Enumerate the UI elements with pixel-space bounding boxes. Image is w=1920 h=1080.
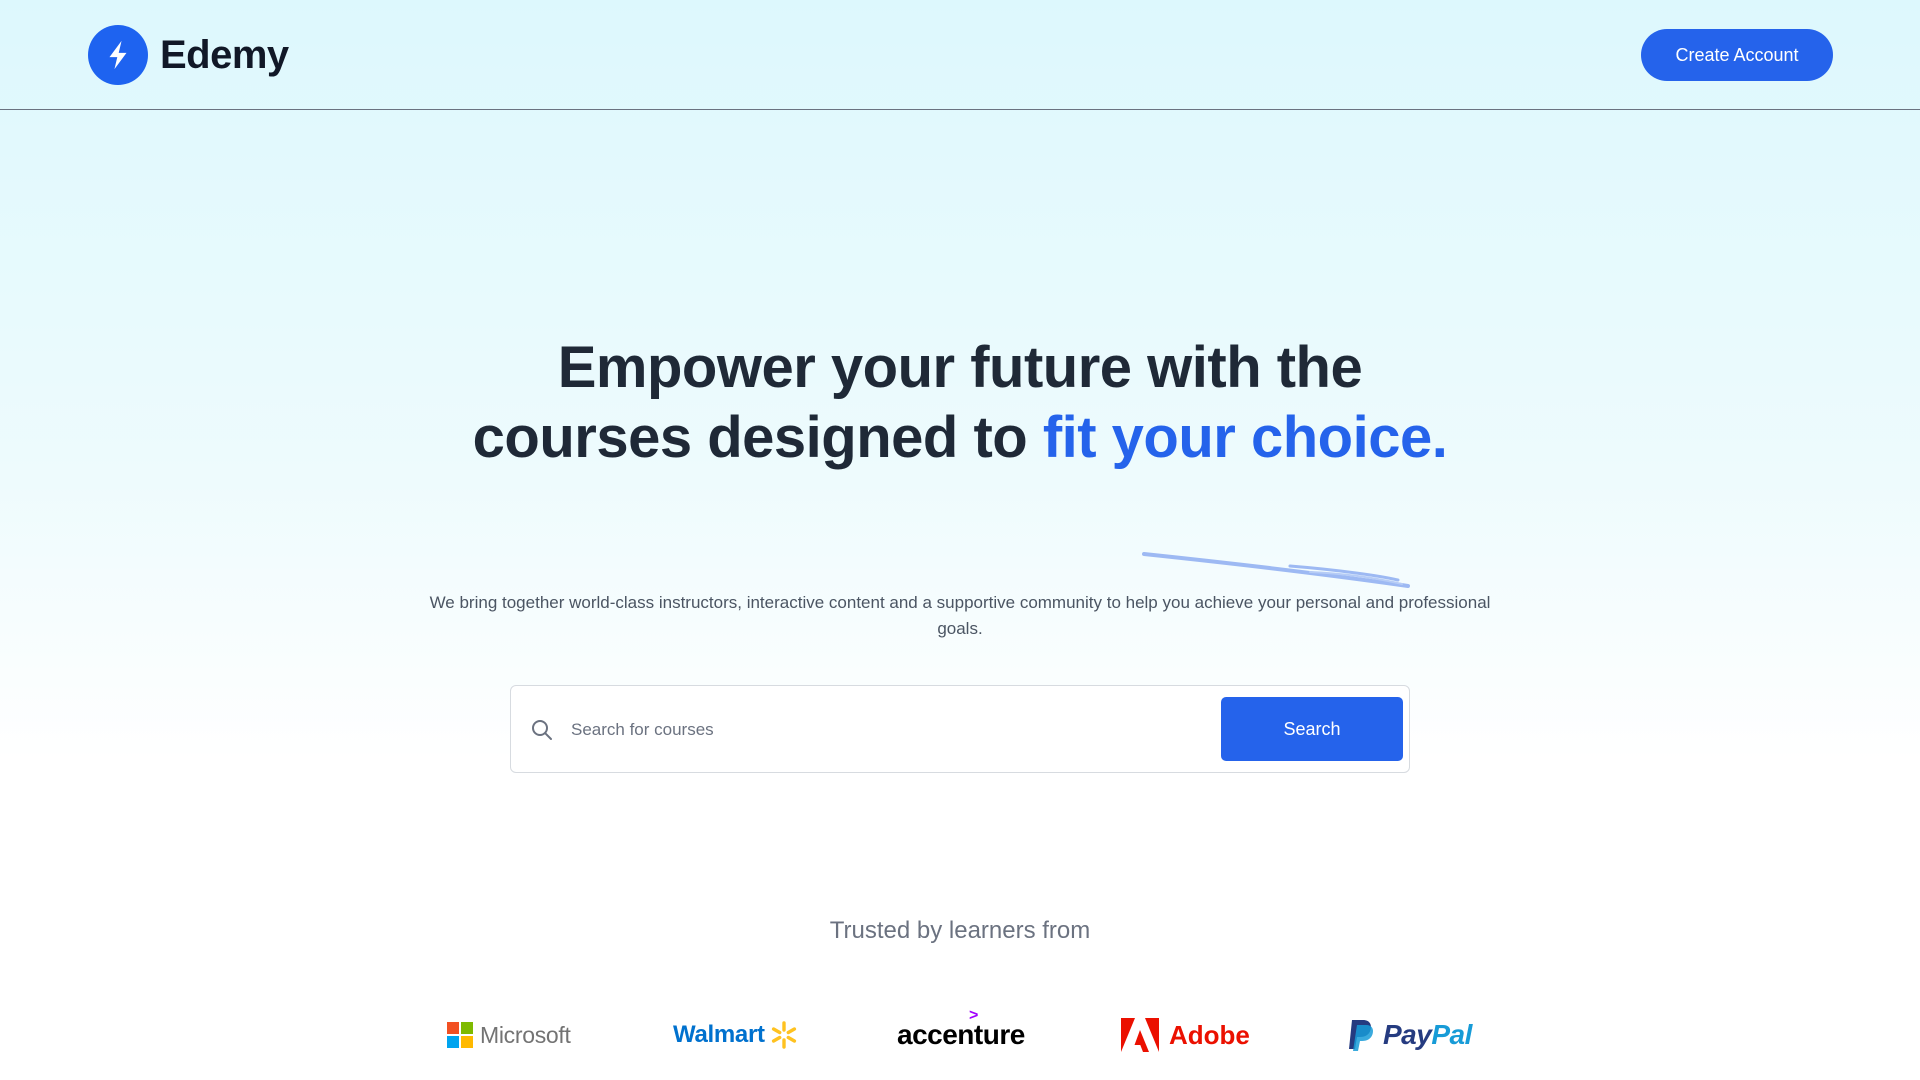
adobe-logo-text: Adobe bbox=[1169, 1019, 1250, 1050]
course-search-bar: Search bbox=[510, 685, 1410, 773]
microsoft-windows-icon bbox=[447, 1022, 473, 1048]
site-header: Edemy Create Account bbox=[0, 0, 1920, 110]
underline-scribble-decoration bbox=[1142, 552, 1410, 588]
search-button[interactable]: Search bbox=[1221, 697, 1403, 761]
brand-logo-link[interactable]: Edemy bbox=[88, 25, 289, 85]
accenture-chevron-icon: > bbox=[969, 1007, 978, 1024]
adobe-logo: Adobe bbox=[1121, 1010, 1250, 1060]
adobe-a-icon bbox=[1121, 1018, 1159, 1052]
accenture-logo: accenture > bbox=[897, 1007, 1025, 1060]
search-input[interactable] bbox=[571, 708, 1171, 752]
hero-title-accent: fit your choice. bbox=[1042, 405, 1448, 470]
lightning-bolt-icon bbox=[88, 25, 148, 85]
walmart-spark-icon bbox=[771, 1021, 796, 1049]
microsoft-logo: Microsoft bbox=[447, 1010, 571, 1060]
paypal-p-icon bbox=[1349, 1020, 1374, 1051]
accenture-logo-text: accenture > bbox=[897, 1007, 1025, 1050]
search-icon bbox=[530, 718, 554, 742]
paypal-logo-text: PayPal bbox=[1383, 1019, 1472, 1050]
microsoft-logo-text: Microsoft bbox=[480, 1021, 571, 1048]
paypal-logo: PayPal bbox=[1347, 1010, 1472, 1060]
walmart-logo-text: Walmart bbox=[673, 1021, 765, 1048]
trusted-heading: Trusted by learners from bbox=[829, 917, 1091, 944]
hero-title: Empower your future with the courses des… bbox=[460, 333, 1460, 473]
brand-name: Edemy bbox=[160, 32, 289, 77]
walmart-logo: Walmart bbox=[673, 1010, 799, 1060]
hero-subtitle: We bring together world-class instructor… bbox=[429, 593, 1491, 638]
create-account-button[interactable]: Create Account bbox=[1641, 29, 1833, 81]
